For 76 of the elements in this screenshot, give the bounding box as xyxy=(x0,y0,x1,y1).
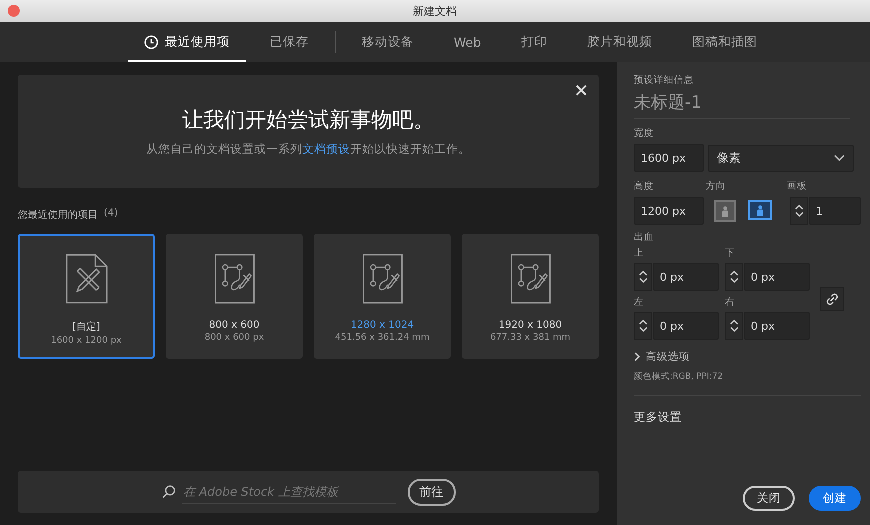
preset-card[interactable]: 1920 x 1080 677.33 x 381 mm xyxy=(462,234,599,359)
tab[interactable]: 移动设备 xyxy=(346,22,430,62)
preset-card[interactable]: 1280 x 1024 451.56 x 361.24 mm xyxy=(314,234,451,359)
preset-name: [自定] xyxy=(72,320,100,334)
create-button[interactable]: 创建 xyxy=(809,486,861,511)
stepper-button[interactable] xyxy=(634,312,652,340)
up-down-chevron-icon xyxy=(730,270,738,284)
document-pen-path-icon xyxy=(214,254,256,304)
banner-text: 从您自己的文档设置或一系列文档预设开始以快速开始工作。 xyxy=(146,142,470,157)
stepper-button[interactable] xyxy=(725,312,743,340)
landscape-button[interactable] xyxy=(748,200,772,220)
width-field[interactable]: 1600 px xyxy=(634,144,704,172)
tab[interactable]: 已保存 xyxy=(254,22,325,62)
stepper-button[interactable] xyxy=(634,263,652,291)
search-icon xyxy=(162,485,176,499)
tab[interactable]: 打印 xyxy=(505,22,564,62)
portrait-button[interactable] xyxy=(714,200,736,222)
clock-icon xyxy=(144,34,159,50)
bleed-field[interactable]: 0 px xyxy=(653,263,719,291)
field-label: 宽度 xyxy=(634,127,655,140)
preset-card[interactable]: [自定] 1600 x 1200 px xyxy=(18,234,155,359)
close-window-icon[interactable] xyxy=(8,5,20,17)
preset-size: 677.33 x 381 mm xyxy=(490,333,571,343)
up-down-chevron-icon xyxy=(730,319,738,333)
person-icon xyxy=(756,204,764,216)
section-label: 预设详细信息 xyxy=(634,74,695,87)
chevron-right-icon xyxy=(634,352,641,362)
recent-items-title: 您最近使用的项目 xyxy=(18,208,98,222)
document-presets-link[interactable]: 文档预设 xyxy=(302,142,350,156)
document-name-field[interactable]: 未标题-1 xyxy=(634,87,850,119)
field-label: 方向 xyxy=(706,180,727,193)
field-label: 画板 xyxy=(787,180,807,193)
preset-name: 1280 x 1024 xyxy=(350,320,414,331)
go-button[interactable]: 前往 xyxy=(408,478,456,506)
color-mode-text: 颜色模式:RGB, PPI:72 xyxy=(634,371,724,383)
height-field[interactable]: 1200 px xyxy=(634,197,704,225)
field-label: 下 xyxy=(725,247,736,260)
close-icon[interactable] xyxy=(576,85,587,96)
bleed-field[interactable]: 0 px xyxy=(653,312,719,340)
banner-heading: 让我们开始尝试新事物吧。 xyxy=(182,107,434,134)
tab[interactable]: Web xyxy=(438,22,498,62)
preset-name: 1920 x 1080 xyxy=(498,320,562,331)
preset-size: 1600 x 1200 px xyxy=(51,336,122,346)
preset-size: 800 x 600 px xyxy=(204,333,264,343)
preset-card[interactable]: 800 x 600 800 x 600 px xyxy=(166,234,303,359)
link-icon xyxy=(826,292,838,306)
up-down-chevron-icon xyxy=(638,270,648,284)
stepper-button[interactable] xyxy=(725,263,743,291)
document-pen-path-icon xyxy=(510,254,552,304)
section-label: 出血 xyxy=(634,231,655,244)
window-title: 新建文档 xyxy=(413,4,457,18)
tab[interactable]: 胶片和视频 xyxy=(571,22,668,62)
more-settings-link[interactable]: 更多设置 xyxy=(634,410,682,425)
field-label: 左 xyxy=(634,296,645,309)
bleed-field[interactable]: 0 px xyxy=(744,263,810,291)
chevron-down-icon xyxy=(834,154,845,162)
stepper-button[interactable] xyxy=(790,197,808,225)
advanced-options-toggle[interactable]: 高级选项 xyxy=(634,350,690,364)
document-ruler-pencil-icon xyxy=(66,254,108,304)
up-down-chevron-icon xyxy=(638,319,648,333)
stock-search-field[interactable]: 在 Adobe Stock 上查找模板 xyxy=(182,480,396,504)
preset-size: 451.56 x 361.24 mm xyxy=(335,333,430,343)
link-button[interactable] xyxy=(820,287,844,311)
unit-dropdown[interactable]: 像素 xyxy=(708,144,854,172)
person-icon xyxy=(720,204,730,218)
field-label: 上 xyxy=(634,247,645,260)
document-pen-path-icon xyxy=(362,254,404,304)
bleed-field[interactable]: 0 px xyxy=(744,312,810,340)
field-label: 右 xyxy=(725,296,736,309)
up-down-chevron-icon xyxy=(794,204,804,218)
close-button[interactable]: 关闭 xyxy=(743,486,795,511)
field-label: 高度 xyxy=(634,180,655,193)
tab[interactable]: 图稿和插图 xyxy=(676,22,774,62)
preset-name: 800 x 600 xyxy=(209,320,260,331)
recent-items-count: (4) xyxy=(104,208,118,221)
artboards-field[interactable]: 1 xyxy=(809,197,861,225)
